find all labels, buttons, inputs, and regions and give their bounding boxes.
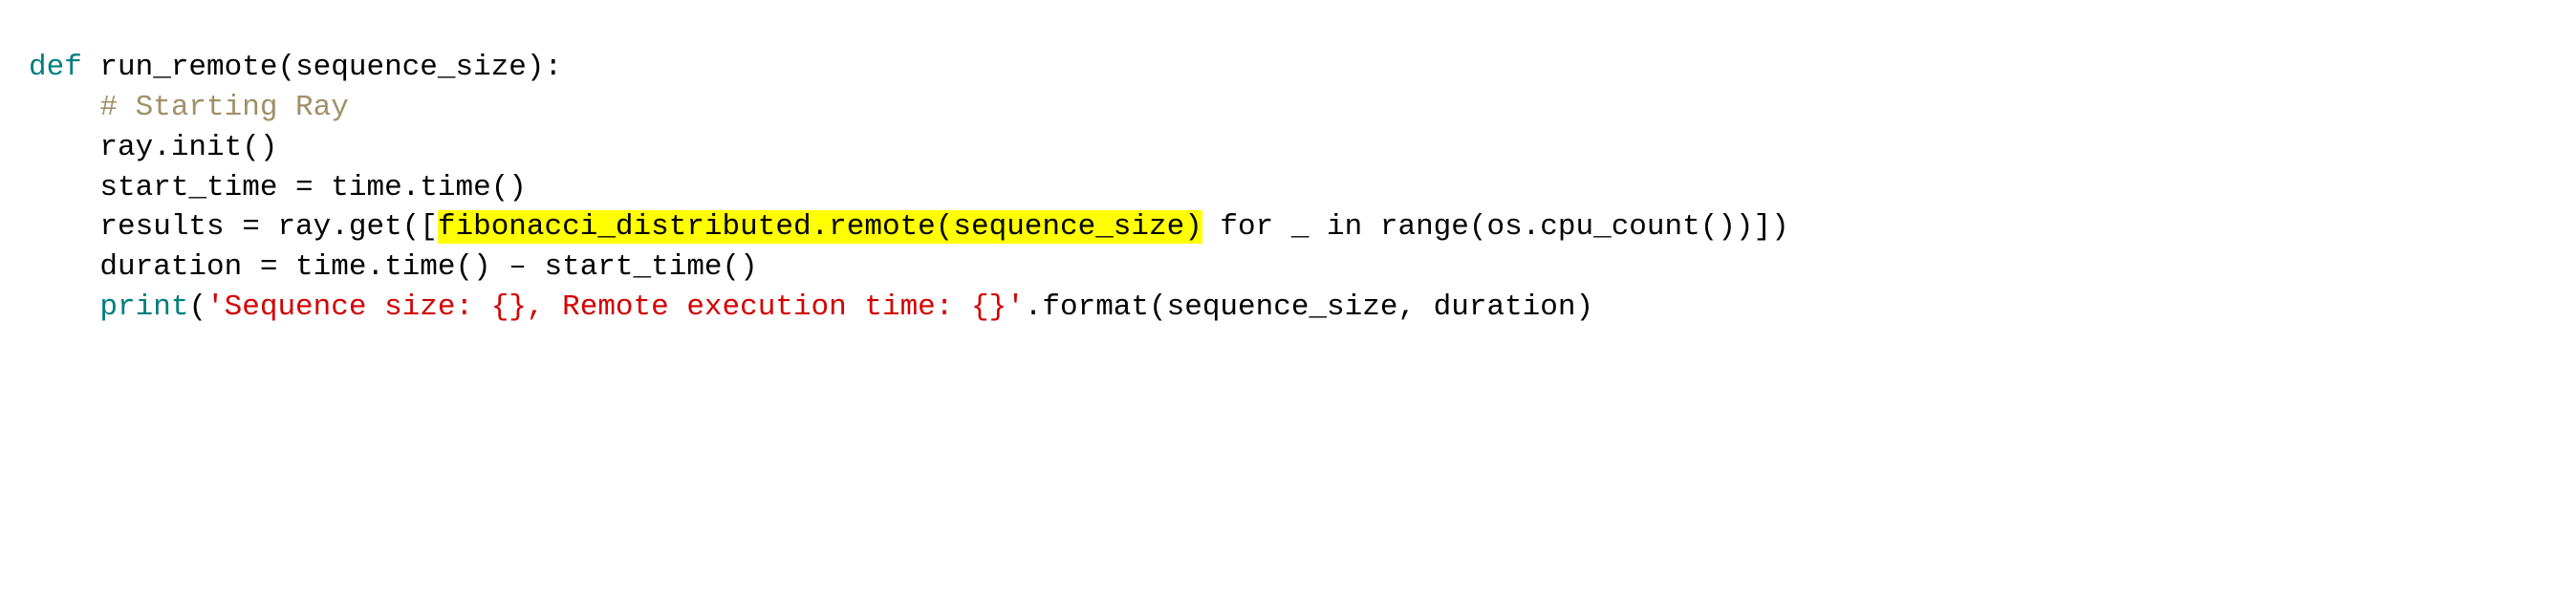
paren-close: ) xyxy=(527,51,545,84)
code-line-6: duration = time.time() – start_time() xyxy=(99,250,757,284)
highlighted-code: fibonacci_distributed.remote(sequence_si… xyxy=(438,210,1202,244)
code-line-3: ray.init() xyxy=(99,131,277,164)
keyword-def: def xyxy=(29,51,82,84)
function-name: run_remote xyxy=(99,51,277,84)
code-block: def run_remote(sequence_size): # Startin… xyxy=(0,0,2576,376)
code-line-7b: .format(sequence_size, duration) xyxy=(1025,290,1593,324)
code-line-5b: for _ in range(os.cpu_count())]) xyxy=(1202,210,1789,244)
parameter: sequence_size xyxy=(295,51,527,84)
keyword-print: print xyxy=(99,290,188,324)
comment-line: # Starting Ray xyxy=(99,91,348,124)
string-literal: 'Sequence size: {}, Remote execution tim… xyxy=(206,290,1025,324)
code-line-4: start_time = time.time() xyxy=(99,171,526,204)
colon: : xyxy=(545,51,563,84)
code-line-5a: results = ray.get([ xyxy=(99,210,437,244)
paren-open: ( xyxy=(277,51,295,84)
